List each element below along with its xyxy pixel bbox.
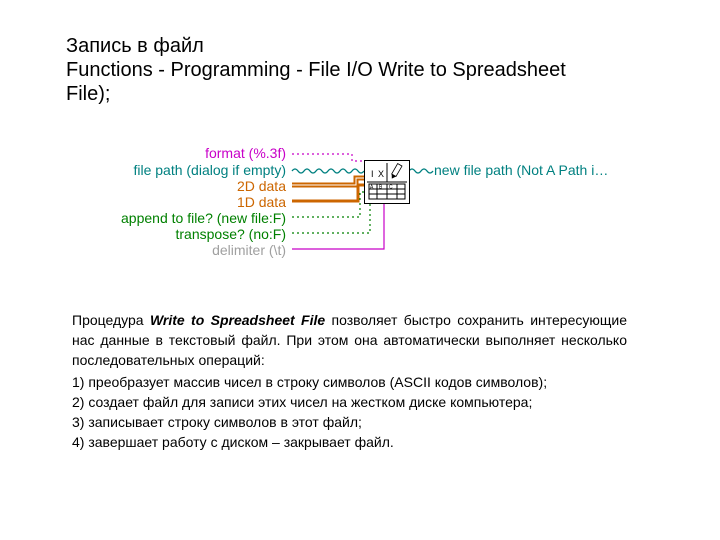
step-3: 3) записывает строку символов в этот фай…: [72, 412, 627, 432]
step-1: 1) преобразует массив чисел в строку сим…: [72, 372, 627, 392]
vi-glyph: I X A B C: [367, 163, 407, 201]
svg-text:X: X: [378, 169, 384, 179]
wiring-diagram: format (%.3f) file path (dialog if empty…: [0, 145, 720, 285]
write-spreadsheet-vi-icon: I X A B C: [364, 160, 410, 204]
heading-line1: Запись в файл: [66, 34, 606, 58]
step-2: 2) создает файл для записи этих чисел на…: [72, 392, 627, 412]
intro-paragraph: Процедура Write to Spreadsheet File позв…: [72, 310, 627, 370]
heading: Запись в файл Functions - Programming - …: [66, 34, 606, 106]
description: Процедура Write to Spreadsheet File позв…: [72, 310, 627, 452]
heading-line2: Functions - Programming - File I/O Write…: [66, 58, 606, 106]
wires: [0, 145, 720, 285]
proc-name: Write to Spreadsheet File: [150, 312, 325, 328]
svg-text:I: I: [371, 169, 374, 179]
step-4: 4) завершает работу с диском – закрывает…: [72, 432, 627, 452]
svg-text:C: C: [389, 185, 393, 191]
